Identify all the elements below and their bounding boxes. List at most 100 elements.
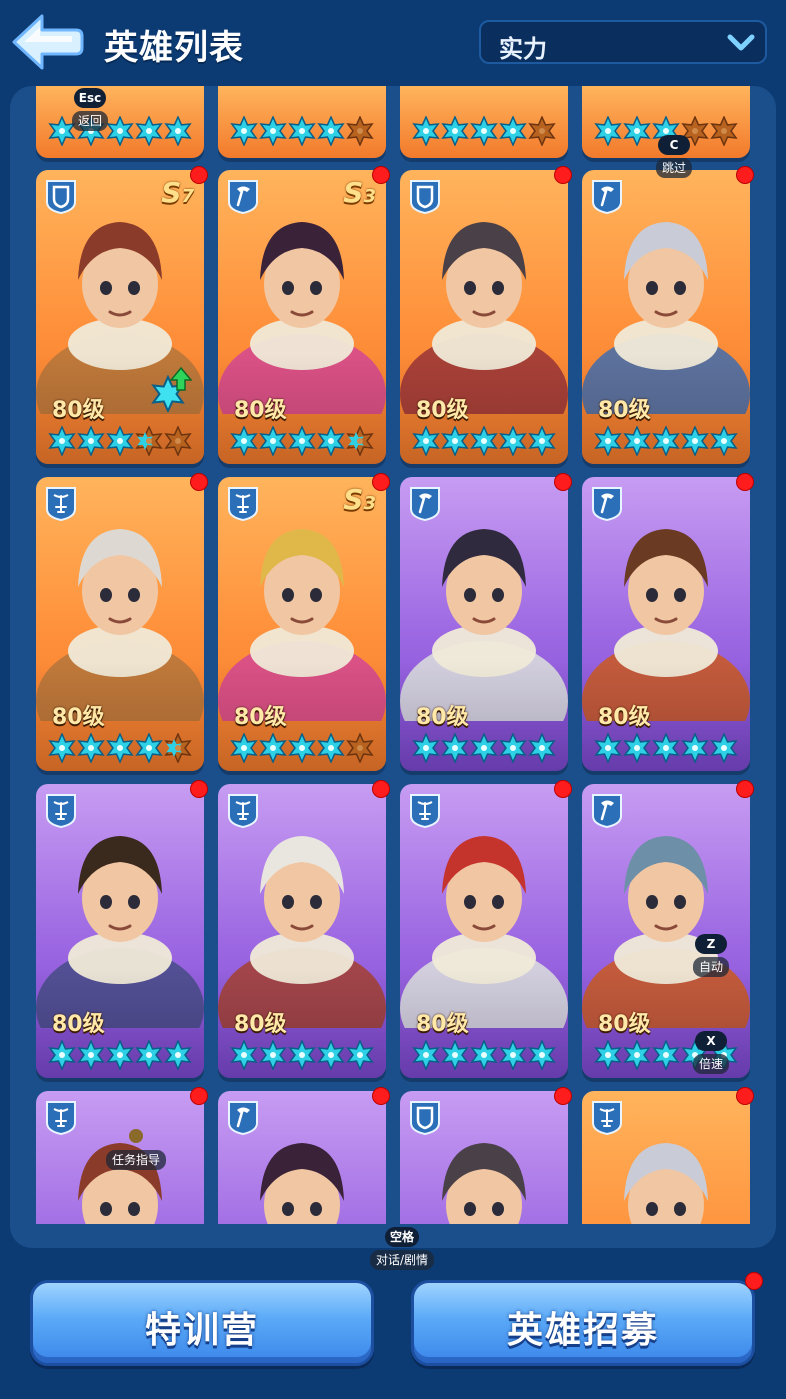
- star-icon: [441, 425, 469, 457]
- space-hint[interactable]: 空格 对话/剧情: [370, 1226, 435, 1270]
- hero-card-partial[interactable]: [36, 86, 204, 158]
- pickaxe-icon: [410, 487, 440, 521]
- star-icon: [317, 732, 345, 764]
- star-icon: [77, 732, 105, 764]
- star-row: [412, 425, 562, 457]
- hero-card[interactable]: S3 80级: [218, 477, 386, 771]
- star-row: [230, 115, 380, 147]
- star-rank-letter: S: [343, 176, 364, 209]
- hero-level: 80级: [598, 705, 651, 730]
- star-rank-letter: S: [161, 176, 182, 209]
- hero-card[interactable]: 80级: [582, 477, 750, 771]
- magnifier-icon: [129, 1129, 143, 1143]
- hero-card[interactable]: [400, 1091, 568, 1224]
- hero-card[interactable]: 80级: [400, 477, 568, 771]
- star-row: [230, 732, 380, 764]
- star-icon: [594, 1039, 622, 1071]
- crossbow-icon: [228, 794, 258, 828]
- notification-dot: [372, 780, 390, 798]
- star-row: [594, 425, 744, 457]
- star-icon: [470, 1039, 498, 1071]
- star-icon: [499, 425, 527, 457]
- hero-grid[interactable]: S7 80级 S3 80级 80级 80级 80级 S3 80级 80级 80级 80级 80级 80级 8…: [10, 86, 776, 1224]
- training-camp-label: 特训营: [144, 1310, 259, 1351]
- pickaxe-icon: [228, 1101, 258, 1135]
- star-icon: [288, 115, 316, 147]
- star-rating: [48, 732, 192, 764]
- hero-level: 80级: [416, 398, 469, 423]
- star-rank-badge: S3: [343, 483, 376, 516]
- star-empty-icon: [164, 425, 192, 457]
- star-rating: [594, 732, 738, 764]
- star-icon: [499, 732, 527, 764]
- star-icon: [317, 115, 345, 147]
- star-icon: [499, 1039, 527, 1071]
- hero-card[interactable]: S3 80级: [218, 170, 386, 464]
- hero-card[interactable]: 80级: [400, 784, 568, 1078]
- notification-dot: [554, 473, 572, 491]
- hero-card[interactable]: [218, 1091, 386, 1224]
- star-icon: [652, 1039, 680, 1071]
- shield-icon: [410, 1101, 440, 1135]
- hero-card[interactable]: 80级: [218, 784, 386, 1078]
- hero-level: 80级: [234, 1012, 287, 1037]
- star-icon: [528, 732, 556, 764]
- back-arrow-icon[interactable]: [10, 12, 84, 72]
- star-upgrade-icon[interactable]: [148, 366, 192, 412]
- star-icon: [412, 115, 440, 147]
- notification-dot: [554, 1087, 572, 1105]
- star-icon: [594, 425, 622, 457]
- star-icon: [623, 1039, 651, 1071]
- x-key: X: [695, 1031, 727, 1051]
- star-row: [48, 732, 198, 764]
- crossbow-icon: [592, 1101, 622, 1135]
- notification-dot: [372, 1087, 390, 1105]
- hero-level: 80级: [416, 705, 469, 730]
- star-icon: [288, 425, 316, 457]
- star-icon: [412, 1039, 440, 1071]
- hero-card[interactable]: S7 80级: [36, 170, 204, 464]
- star-icon: [470, 732, 498, 764]
- hero-card[interactable]: [582, 1091, 750, 1224]
- hero-card[interactable]: 80级: [582, 170, 750, 464]
- star-icon: [48, 115, 76, 147]
- training-camp-button[interactable]: 特训营: [30, 1280, 374, 1366]
- hero-card-partial[interactable]: [400, 86, 568, 158]
- star-icon: [106, 115, 134, 147]
- hero-card[interactable]: 80级: [400, 170, 568, 464]
- star-row: [230, 425, 380, 457]
- star-rank-number: 3: [363, 493, 376, 514]
- star-icon: [135, 732, 163, 764]
- hero-card-partial[interactable]: [218, 86, 386, 158]
- star-icon: [623, 732, 651, 764]
- crossbow-icon: [228, 487, 258, 521]
- auto-hint[interactable]: Z 自动: [693, 933, 730, 977]
- skip-hint[interactable]: C 跳过: [656, 134, 693, 178]
- star-icon: [106, 425, 134, 457]
- star-rating: [48, 115, 192, 147]
- star-icon: [681, 732, 709, 764]
- esc-desc: 返回: [72, 111, 109, 131]
- star-icon: [135, 1039, 163, 1071]
- hero-card[interactable]: 80级: [36, 477, 204, 771]
- sort-dropdown[interactable]: 实力: [479, 20, 767, 64]
- star-icon: [470, 115, 498, 147]
- star-icon: [594, 115, 622, 147]
- star-rating: [230, 732, 374, 764]
- task-guide-hint[interactable]: 任务指导: [106, 1128, 167, 1170]
- star-icon: [106, 732, 134, 764]
- star-icon: [528, 425, 556, 457]
- c-key: C: [658, 135, 690, 155]
- hero-recruit-button[interactable]: 英雄招募: [411, 1280, 755, 1366]
- star-rank-letter: S: [343, 483, 364, 516]
- star-icon: [230, 1039, 258, 1071]
- shield-icon: [410, 180, 440, 214]
- star-icon: [259, 115, 287, 147]
- esc-hint[interactable]: Esc 返回: [72, 87, 109, 131]
- star-rating: [412, 732, 556, 764]
- star-rating: [48, 425, 192, 457]
- hero-card[interactable]: 80级: [36, 784, 204, 1078]
- speed-hint[interactable]: X 倍速: [693, 1030, 730, 1074]
- star-icon: [259, 425, 287, 457]
- star-icon: [259, 732, 287, 764]
